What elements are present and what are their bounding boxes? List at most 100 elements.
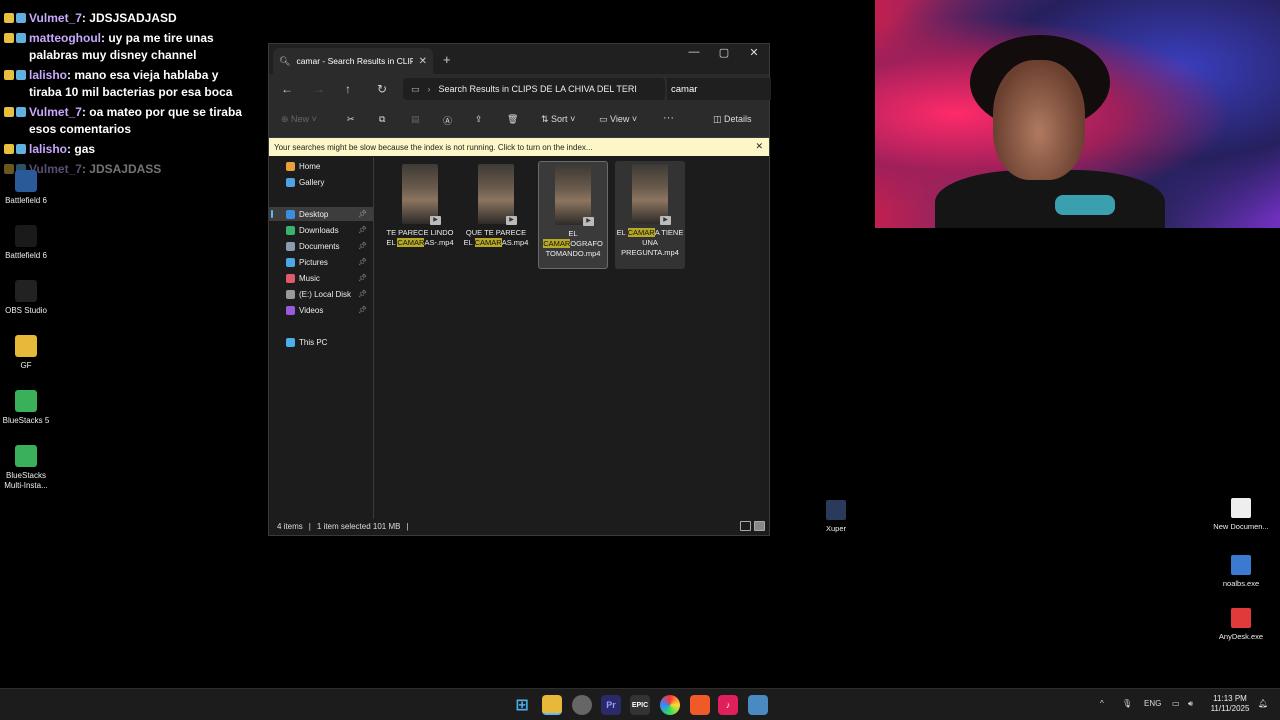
sort-button[interactable]: ⇅ Sort ˅ xyxy=(541,114,575,125)
file-name-prefix: EL xyxy=(568,229,578,238)
language-indicator[interactable]: ENG xyxy=(1144,699,1161,708)
start-button[interactable]: ⊞ xyxy=(512,695,532,715)
view-button[interactable]: ▭ View ˅ xyxy=(599,114,637,125)
minimize-button[interactable]: — xyxy=(679,46,709,58)
nav-item-label: Pictures xyxy=(299,257,328,267)
details-button[interactable]: ◫ Details xyxy=(713,114,752,125)
desktop-shortcut[interactable]: Battlefield 6 xyxy=(0,170,52,206)
file-item[interactable]: ▶ EL CAMAROGRAFO TOMANDO.mp4 xyxy=(538,161,608,269)
refresh-button[interactable]: ↻ xyxy=(377,82,387,96)
file-name-suffix: AS-.mp4 xyxy=(424,238,454,247)
rename-icon[interactable]: Ⓐ xyxy=(443,114,452,127)
new-button[interactable]: ⊕ New ˅ xyxy=(281,114,317,125)
epic-taskbar-icon[interactable]: EPIC xyxy=(630,695,650,715)
search-match-highlight: CAMAR xyxy=(397,238,425,247)
nav-item[interactable]: Home xyxy=(269,159,373,173)
chrome-taskbar-icon[interactable] xyxy=(572,695,592,715)
back-button[interactable]: ← xyxy=(281,82,293,96)
paste-icon[interactable]: ▤ xyxy=(411,114,420,125)
volume-icon[interactable]: 🔊︎ xyxy=(1188,699,1193,709)
desktop-shortcut[interactable]: noalbs.exe xyxy=(1211,555,1271,588)
status-bar: 4 items | 1 item selected 101 MB | xyxy=(269,517,769,535)
color-app-taskbar-icon[interactable] xyxy=(660,695,680,715)
badge-icon xyxy=(16,144,26,154)
desktop-shortcut-label: noalbs.exe xyxy=(1222,579,1260,588)
badge-icon xyxy=(4,70,14,80)
nav-item[interactable]: Gallery xyxy=(269,175,373,189)
notification-icon[interactable]: 🔔︎ xyxy=(1258,699,1268,708)
tiles-view-icon[interactable] xyxy=(754,521,765,531)
index-warning-bar[interactable]: Your searches might be slow because the … xyxy=(269,138,769,156)
desktop-shortcut[interactable]: BlueStacks Multi-Insta... xyxy=(0,445,52,491)
nav-item[interactable]: Music 📌︎ xyxy=(269,271,373,285)
breadcrumb-label: Search Results in CLIPS DE LA CHIVA DEL … xyxy=(438,84,637,94)
chat-badges xyxy=(4,70,26,80)
navigation-pane: Home Gallery Desktop 📌︎ Downloads 📌︎ Documents… xyxy=(269,157,374,519)
tiktok-taskbar-icon[interactable]: ♪ xyxy=(718,695,738,715)
new-tab-button[interactable]: + xyxy=(443,52,451,67)
delete-icon[interactable]: 🗑︎ xyxy=(507,114,518,125)
chat-text: JDSAJDASS xyxy=(89,162,162,176)
nav-item[interactable]: Desktop 📌︎ xyxy=(269,207,373,221)
desktop-shortcut[interactable]: AnyDesk.exe xyxy=(1211,608,1271,641)
exe-icon xyxy=(1231,555,1251,575)
close-tab-icon[interactable]: ✕ xyxy=(419,56,427,67)
chat-badges xyxy=(4,107,26,117)
network-icon[interactable]: ▭ xyxy=(1172,699,1180,708)
cut-icon[interactable]: ✂ xyxy=(347,114,355,125)
tab-search-results[interactable]: 🔍︎ camar - Search Results in CLIP ✕ xyxy=(273,48,433,74)
file-item[interactable]: ▶ EL CAMARA TIENE UNA PREGUNTA.mp4 xyxy=(615,161,685,269)
nav-item[interactable]: Pictures 📌︎ xyxy=(269,255,373,269)
desktop-shortcut-label: Battlefield 6 xyxy=(5,251,47,260)
nav-item[interactable]: (E:) Local Disk 📌︎ xyxy=(269,287,373,301)
nav-item-icon xyxy=(286,225,295,235)
file-item[interactable]: ▶ QUE TE PARECE EL CAMARAS.mp4 xyxy=(461,161,531,269)
desktop-shortcut[interactable]: BlueStacks 5 xyxy=(0,390,52,426)
nav-item[interactable]: Videos 📌︎ xyxy=(269,303,373,317)
desktop-shortcut[interactable]: Xuper xyxy=(806,500,866,533)
chat-message: lalisho: gas xyxy=(4,141,244,158)
brave-taskbar-icon[interactable] xyxy=(690,695,710,715)
selection-info: 1 item selected 101 MB xyxy=(316,521,401,531)
view-toggles xyxy=(740,521,765,531)
webcam-person-face xyxy=(993,60,1085,180)
clock[interactable]: 11:13 PM 11/11/2025 xyxy=(1206,694,1254,714)
share-icon[interactable]: ⇪ xyxy=(475,114,483,125)
nav-item[interactable]: Documents 📌︎ xyxy=(269,239,373,253)
more-options-button[interactable]: ··· xyxy=(663,112,674,124)
badge-icon xyxy=(4,13,14,23)
maximize-button[interactable]: ▢ xyxy=(709,46,739,59)
up-button[interactable]: ↑ xyxy=(345,82,351,96)
chevron-up-icon[interactable]: ^ xyxy=(1100,699,1104,708)
calculator-taskbar-icon[interactable] xyxy=(748,695,768,715)
search-input[interactable]: camar xyxy=(667,78,771,100)
breadcrumb[interactable]: ▭ › Search Results in CLIPS DE LA CHIVA … xyxy=(403,78,665,100)
details-view-icon[interactable] xyxy=(740,521,751,531)
desktop-shortcut[interactable]: GF xyxy=(0,335,52,371)
desktop-shortcut[interactable]: New Documen... xyxy=(1211,498,1271,531)
premiere-taskbar-icon[interactable]: Pr xyxy=(601,695,621,715)
taskbar: ⊞ Pr EPIC ♪ ^ 🎙︎ ENG ▭ 🔊︎ 11:13 PM 11/11… xyxy=(0,688,1280,720)
nav-item[interactable]: Downloads 📌︎ xyxy=(269,223,373,237)
file-name-suffix: AS.mp4 xyxy=(501,238,529,247)
desktop-shortcut[interactable]: Battlefield 6 xyxy=(0,225,52,261)
badge-icon xyxy=(16,33,26,43)
microphone-icon[interactable]: 🎙︎ xyxy=(1122,699,1132,708)
file-item[interactable]: ▶ TE PARECE LINDO EL CAMARAS-.mp4 xyxy=(385,161,455,269)
desktop-shortcut[interactable]: OBS Studio xyxy=(0,280,52,316)
nav-item[interactable]: This PC xyxy=(269,335,373,349)
nav-item-icon xyxy=(286,209,295,219)
copy-icon[interactable]: ⧉ xyxy=(379,114,385,125)
close-window-button[interactable]: ✕ xyxy=(739,46,769,59)
chat-text: gas xyxy=(74,142,96,156)
nav-item-label: Desktop xyxy=(299,209,329,219)
desktop-shortcut-label: OBS Studio xyxy=(5,306,47,315)
status-separator-2: | xyxy=(406,521,409,531)
file-explorer-taskbar-icon[interactable] xyxy=(542,695,562,715)
chat-badges xyxy=(4,13,26,23)
file-name: EL CAMAROGRAFO TOMANDO.mp4 xyxy=(539,229,607,259)
nav-item-label: Documents xyxy=(299,241,340,251)
forward-button[interactable]: → xyxy=(313,82,325,96)
chat-overlay: Vulmet_7: JDSJSADJASD matteoghoul: uy pa … xyxy=(4,0,244,178)
close-warning-icon[interactable]: ✕ xyxy=(755,141,763,152)
